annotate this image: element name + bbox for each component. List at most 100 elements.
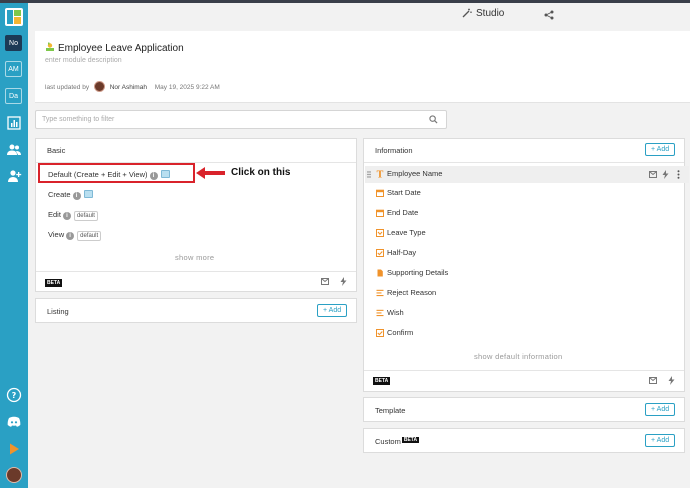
- module-header-card: Employee Leave Application enter module …: [35, 31, 690, 103]
- dropdown-icon: [376, 229, 384, 237]
- mail-icon[interactable]: [321, 278, 329, 285]
- app-logo[interactable]: [5, 8, 23, 26]
- template-add-button[interactable]: + Add: [645, 403, 676, 416]
- field-row-start-date[interactable]: Start Date: [365, 185, 689, 202]
- studio-button[interactable]: Studio: [462, 8, 504, 19]
- info-icon[interactable]: i: [62, 212, 71, 220]
- module-title-text: Employee Leave Application: [58, 43, 184, 54]
- field-label: Wish: [387, 308, 404, 317]
- updated-timestamp: May 19, 2025 9:22 AM: [154, 84, 220, 91]
- paragraph-icon: [376, 289, 384, 297]
- basic-beta-badge: BETA: [45, 279, 63, 287]
- field-row-leave-type[interactable]: Leave Type: [365, 225, 689, 242]
- module-title[interactable]: Employee Leave Application: [45, 42, 184, 54]
- user-avatar[interactable]: [6, 467, 22, 483]
- information-add-button[interactable]: + Add: [645, 143, 676, 156]
- basic-row-edit-label: Edit: [48, 210, 61, 219]
- information-title: Information: [375, 146, 413, 155]
- listing-title: Listing: [47, 307, 69, 316]
- field-label: Leave Type: [387, 228, 426, 237]
- basic-row-view-label: View: [48, 230, 65, 239]
- field-label: Reject Reason: [387, 288, 437, 297]
- lightning-icon[interactable]: [340, 277, 347, 286]
- help-icon[interactable]: ?: [6, 387, 22, 403]
- magic-wand-icon: [462, 8, 472, 18]
- text-field-icon: T: [377, 171, 384, 179]
- information-beta-badge: BETA: [373, 377, 391, 385]
- field-label: Confirm: [387, 328, 414, 337]
- svg-text:?: ?: [12, 391, 17, 400]
- lightning-icon[interactable]: [662, 170, 669, 179]
- arrow-left-icon: [196, 167, 225, 179]
- play-icon[interactable]: [6, 441, 22, 457]
- chart-icon[interactable]: [6, 115, 22, 131]
- discord-icon[interactable]: [6, 414, 22, 430]
- info-icon[interactable]: i: [66, 232, 75, 240]
- field-row-half-day[interactable]: Half-Day: [365, 245, 689, 262]
- file-icon: [377, 269, 383, 277]
- drag-handle-icon[interactable]: [367, 171, 371, 178]
- highlight-box: [38, 163, 195, 183]
- field-label: Employee Name: [387, 169, 443, 178]
- basic-row-create-label: Create: [48, 190, 71, 199]
- field-label: Supporting Details: [387, 268, 449, 277]
- sidebar-tile-no[interactable]: No: [5, 35, 22, 51]
- top-header: [28, 3, 690, 31]
- custom-title-text: Custom: [375, 437, 401, 446]
- module-description[interactable]: enter module description: [45, 57, 122, 64]
- mail-icon[interactable]: [649, 377, 657, 384]
- sidebar-tile-da[interactable]: Da: [5, 88, 22, 104]
- listing-panel: Listing + Add: [35, 298, 357, 323]
- users-icon[interactable]: [6, 142, 22, 158]
- last-updated-label: last updated by: [45, 84, 90, 91]
- field-row-reject-reason[interactable]: Reject Reason: [365, 285, 689, 302]
- form-icon: [83, 190, 93, 198]
- calendar-icon: [376, 209, 384, 217]
- basic-title: Basic: [47, 146, 66, 155]
- custom-beta-badge: BETA: [401, 437, 420, 443]
- more-vertical-icon[interactable]: [677, 170, 680, 179]
- listing-add-button[interactable]: + Add: [317, 304, 348, 317]
- field-row-wish[interactable]: Wish: [365, 305, 689, 322]
- studio-label: Studio: [476, 8, 505, 19]
- updater-avatar: [93, 81, 105, 92]
- field-label: Half-Day: [387, 248, 417, 257]
- info-icon[interactable]: i: [72, 192, 81, 200]
- view-default-tag: default: [77, 231, 102, 241]
- basic-row-view[interactable]: View i default: [48, 230, 102, 241]
- field-label: End Date: [387, 208, 419, 217]
- basic-panel: Basic Default (Create + Edit + View) i Cr…: [35, 138, 357, 292]
- show-more-link[interactable]: show more: [175, 253, 214, 262]
- checkbox-icon: [376, 329, 384, 337]
- svg-text:T: T: [377, 171, 384, 179]
- edit-default-tag: default: [73, 211, 98, 221]
- updater-name: Nor Ashimah: [109, 84, 147, 91]
- lightning-icon[interactable]: [668, 376, 675, 385]
- checkbox-icon: [376, 249, 384, 257]
- sidebar-tile-am[interactable]: AM: [5, 61, 22, 77]
- share-icon[interactable]: [544, 10, 554, 20]
- last-updated: last updated by Nor Ashimah May 19, 2025…: [45, 81, 220, 92]
- custom-panel: Custom BETA + Add: [363, 428, 685, 453]
- mail-icon[interactable]: [649, 171, 657, 178]
- custom-title: Custom BETA: [375, 437, 420, 446]
- custom-add-button[interactable]: + Add: [645, 434, 676, 447]
- field-row-supporting-details[interactable]: Supporting Details: [365, 265, 689, 282]
- module-icon: [46, 42, 54, 51]
- filter-input[interactable]: Type something to filter: [35, 110, 447, 129]
- show-default-information-link[interactable]: show default information: [474, 352, 563, 361]
- template-panel: Template + Add: [363, 397, 685, 422]
- filter-placeholder: Type something to filter: [42, 116, 115, 123]
- search-icon: [429, 115, 438, 124]
- calendar-icon: [376, 189, 384, 197]
- field-row-end-date[interactable]: End Date: [365, 205, 689, 222]
- field-row-confirm[interactable]: Confirm: [365, 325, 689, 342]
- left-sidebar: No AM Da ?: [0, 3, 28, 488]
- basic-row-edit[interactable]: Edit i default: [48, 210, 98, 221]
- field-label: Start Date: [387, 188, 421, 197]
- add-user-icon[interactable]: [6, 168, 22, 184]
- template-title: Template: [375, 406, 406, 415]
- field-row-employee-name[interactable]: T Employee Name: [365, 166, 689, 183]
- information-panel: Information + Add T Employee Name Start …: [363, 138, 689, 392]
- basic-row-create[interactable]: Create i: [48, 190, 93, 200]
